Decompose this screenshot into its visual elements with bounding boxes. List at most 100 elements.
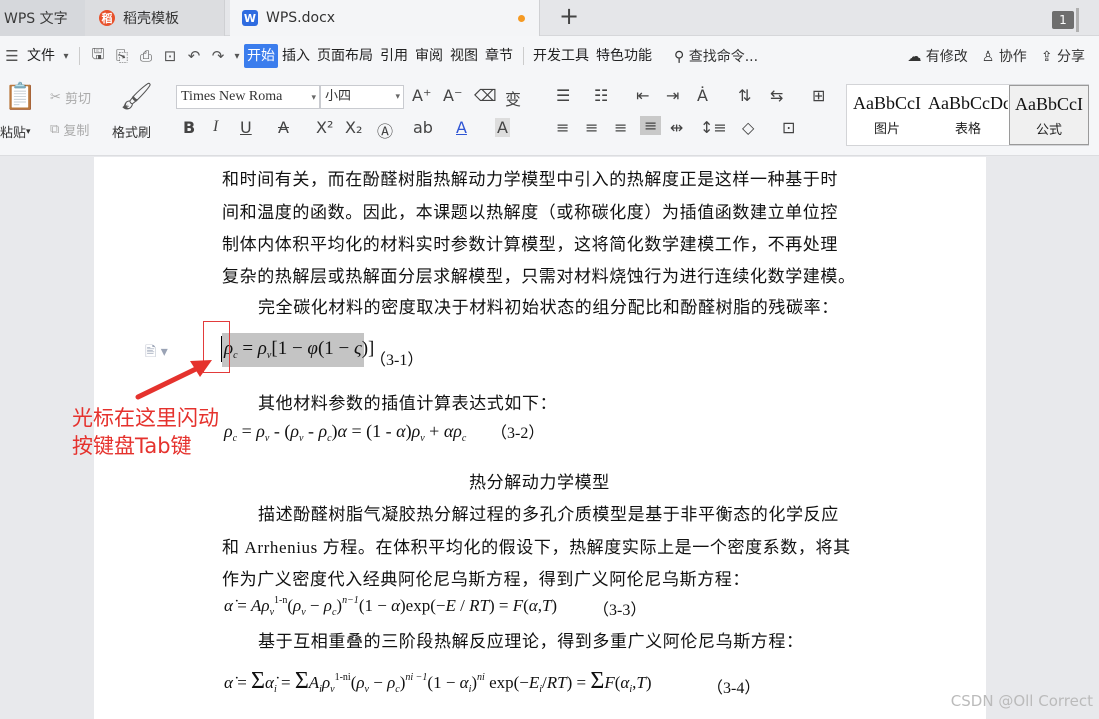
- justify-icon[interactable]: ≡: [640, 116, 662, 135]
- menu-developer-tools[interactable]: 开发工具: [530, 44, 592, 68]
- font-color-icon[interactable]: A: [456, 118, 467, 137]
- style-picture-sample: AaBbCcI: [853, 93, 921, 113]
- paste-label-button[interactable]: 粘贴 ▾: [0, 122, 31, 141]
- shrink-font-icon[interactable]: A⁻: [443, 86, 462, 105]
- unsaved-indicator: [518, 15, 525, 22]
- align-left-icon[interactable]: ≡: [556, 118, 569, 137]
- window-scroll-indicator: [1076, 8, 1079, 32]
- highlight-icon[interactable]: ab: [413, 118, 433, 137]
- annotation-text: 光标在这里闪动: [72, 406, 219, 430]
- paste-button[interactable]: 📋: [4, 82, 36, 112]
- style-picture-name: 图片: [873, 122, 900, 137]
- collaborate-button[interactable]: ♙ 协作: [982, 46, 1027, 66]
- chevron-down-icon[interactable]: ▾: [59, 51, 73, 62]
- menu-page-layout[interactable]: 页面布局: [314, 44, 376, 68]
- bold-icon[interactable]: B: [183, 118, 195, 137]
- body-line: 和时间有关，而在酚醛树脂热解动力学模型中引入的热解度正是这样一种基于时: [222, 170, 838, 189]
- style-formula[interactable]: AaBbCcI 公式: [1009, 85, 1089, 145]
- body-line: 基于互相重叠的三阶段热解反应理论，得到多重广义阿伦尼乌斯方程：: [258, 632, 804, 651]
- undo-icon[interactable]: ↶: [182, 47, 206, 65]
- copy-label: 复制: [63, 124, 90, 139]
- character-shading-icon[interactable]: A: [495, 118, 510, 137]
- style-picture[interactable]: AaBbCcI 图片: [847, 85, 927, 145]
- grow-font-icon[interactable]: A⁺: [412, 86, 431, 105]
- format-painter-icon-button[interactable]: 🖌: [120, 82, 153, 112]
- menu-right-actions: ☁ 有修改 ♙ 协作 ⇪ 分享: [907, 36, 1085, 76]
- menu-review[interactable]: 审阅: [412, 44, 446, 68]
- line-spacing-icon[interactable]: ↕≡: [700, 118, 727, 137]
- font-size-select[interactable]: 小四 ▾: [320, 85, 404, 109]
- save-icon[interactable]: 🖫: [86, 44, 110, 69]
- decrease-indent-icon[interactable]: ⇤: [636, 86, 649, 105]
- section-heading: 热分解动力学模型: [469, 473, 610, 492]
- cut-button[interactable]: ✂ 剪切: [50, 88, 91, 107]
- format-painter-button[interactable]: 格式刷: [112, 122, 151, 141]
- modified-label: 有修改: [925, 49, 968, 65]
- subscript-icon[interactable]: X₂: [345, 118, 362, 137]
- increase-indent-icon[interactable]: ⇥: [666, 86, 679, 105]
- collaborate-label: 协作: [998, 49, 1027, 65]
- tab-document[interactable]: W WPS.docx: [230, 0, 540, 36]
- annotation-arrow-icon: [135, 360, 212, 400]
- menu-special-features[interactable]: 特色功能: [593, 44, 655, 68]
- equation-3-2[interactable]: ρc = ρv - (ρv - ρc)α = (1 - α)ρv + αρc: [224, 421, 466, 444]
- menu-references[interactable]: 引用: [377, 44, 411, 68]
- copy-button[interactable]: ⧉ 复制: [50, 120, 89, 139]
- numbered-list-icon[interactable]: ☷: [594, 86, 608, 105]
- menu-section[interactable]: 章节: [482, 44, 516, 68]
- equation-3-3[interactable]: α̇ = Aρv1-n(ρv − ρc)n−1(1 − α)exp(−E / R…: [224, 595, 557, 618]
- superscript-icon[interactable]: X²: [316, 118, 333, 137]
- bullet-list-icon[interactable]: ☰: [556, 86, 570, 105]
- redo-icon[interactable]: ↷: [206, 47, 230, 65]
- tab-wps-writer[interactable]: WPS 文字: [0, 0, 85, 36]
- style-table[interactable]: AaBbCcDd 表格: [928, 85, 1008, 145]
- style-formula-sample: AaBbCcI: [1015, 94, 1083, 114]
- underline-icon[interactable]: U: [240, 118, 252, 137]
- text-effect-icon[interactable]: Ⓐ: [377, 118, 393, 142]
- clear-format-icon[interactable]: ⌫: [474, 86, 497, 105]
- new-tab-button[interactable]: +: [556, 4, 582, 30]
- menu-home[interactable]: 开始: [244, 44, 278, 68]
- watermark: CSDN @Oll Correct: [950, 692, 1093, 710]
- clipboard-icon: 📋: [4, 82, 37, 112]
- strikethrough-icon[interactable]: A: [278, 118, 289, 137]
- change-case-icon[interactable]: Ȧ: [697, 86, 708, 105]
- quick-access-dropdown-icon[interactable]: ▾: [230, 51, 244, 62]
- hamburger-menu-icon[interactable]: ☰: [0, 47, 24, 65]
- tab-templates[interactable]: 稻稻壳模板: [85, 0, 225, 36]
- search-icon: ⚲: [674, 49, 689, 65]
- align-right-icon[interactable]: ≡: [614, 118, 627, 137]
- paste-label: 粘贴: [0, 126, 27, 141]
- menu-view[interactable]: 视图: [447, 44, 481, 68]
- format-painter-label: 格式刷: [112, 126, 152, 141]
- export-icon[interactable]: ⎘: [110, 47, 134, 65]
- shading-icon[interactable]: ◇: [742, 118, 754, 137]
- equation-3-4[interactable]: α̇ = Σα̇i = ΣAiρv1-ni(ρv − ρc)ni −1(1 − …: [224, 668, 652, 695]
- equation-number: （3-4）: [707, 680, 761, 697]
- annotation-text: 按键盘Tab键: [72, 434, 192, 458]
- print-preview-icon[interactable]: ⊡: [158, 47, 182, 65]
- line-break-icon[interactable]: ⇆: [770, 86, 783, 105]
- command-search[interactable]: ⚲ 查找命令...: [674, 46, 758, 66]
- body-line: 其他材料参数的插值计算表达式如下：: [258, 394, 558, 413]
- chevron-down-icon: ▾: [395, 92, 400, 102]
- window-count-badge[interactable]: 1: [1052, 11, 1074, 29]
- italic-icon[interactable]: I: [213, 118, 218, 136]
- menu-file[interactable]: 文件: [24, 44, 58, 68]
- equation-3-1[interactable]: ρc = ρv[1 − φ(1 − ς)]: [224, 338, 374, 361]
- sort-icon[interactable]: ⇅: [738, 86, 751, 105]
- font-name-select[interactable]: Times New Roma ▾: [176, 85, 320, 109]
- distributed-align-icon[interactable]: ⇹: [670, 118, 683, 137]
- modified-button[interactable]: ☁ 有修改: [907, 46, 967, 66]
- body-line: 完全碳化材料的密度取决于材料初始状态的组分配比和酚醛树脂的残碳率：: [258, 298, 839, 317]
- font-size-value: 小四: [325, 89, 352, 104]
- share-button[interactable]: ⇪ 分享: [1041, 46, 1085, 66]
- menu-insert[interactable]: 插入: [279, 44, 313, 68]
- borders-icon[interactable]: ⊡: [782, 118, 795, 137]
- format-painter-icon: 🖌: [120, 82, 154, 112]
- align-center-icon[interactable]: ≡: [585, 118, 598, 137]
- phonetic-guide-icon[interactable]: 变: [505, 86, 521, 110]
- table-icon[interactable]: ⊞: [812, 86, 825, 105]
- tab-wps-writer-label: WPS 文字: [4, 11, 68, 27]
- print-icon[interactable]: ⎙: [134, 47, 158, 65]
